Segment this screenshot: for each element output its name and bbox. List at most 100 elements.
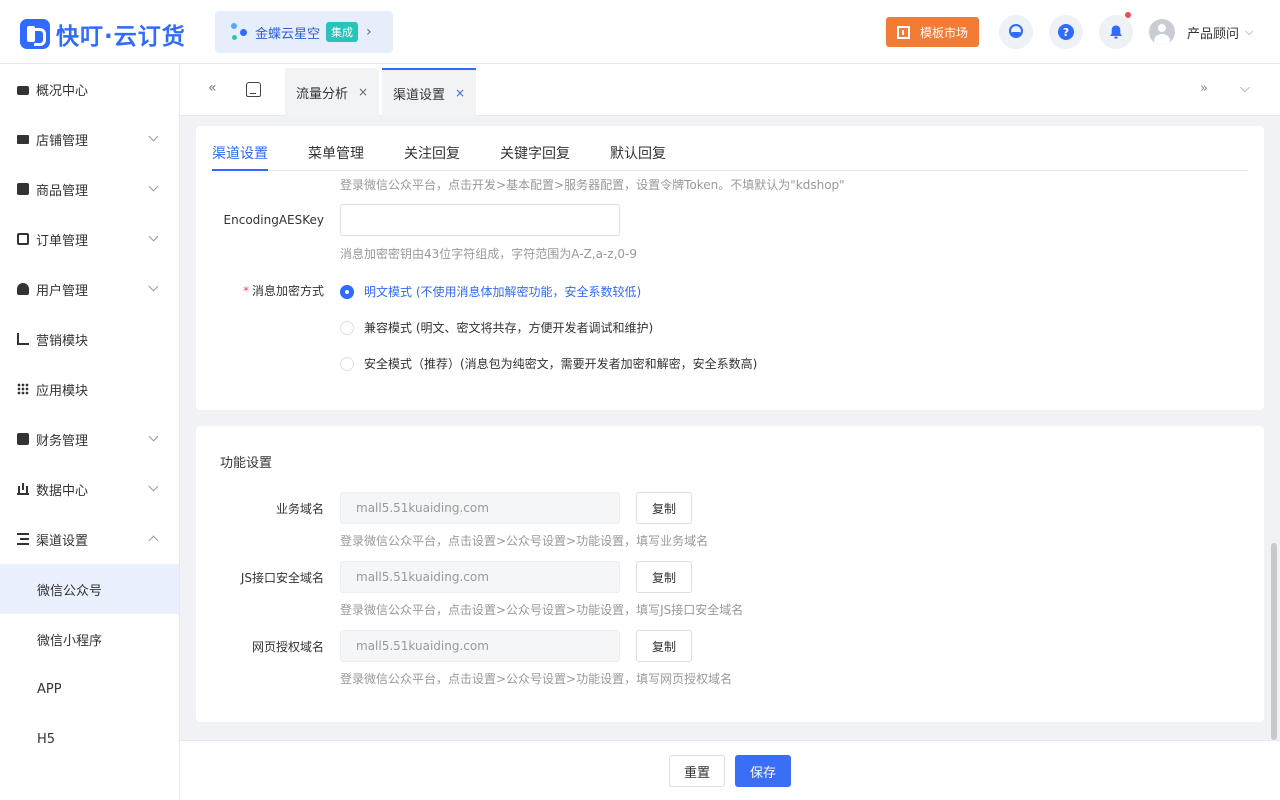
radio-icon	[340, 320, 354, 335]
tab-channel-settings[interactable]: 渠道设置 ×	[382, 68, 477, 116]
sidebar-subitem-app[interactable]: APP	[0, 664, 179, 714]
server-config-card: 渠道设置 菜单管理 关注回复 关键字回复 默认回复 登录微信公众平台，点击开发>…	[196, 126, 1264, 410]
chevron-down-icon	[148, 481, 159, 492]
radio-label: 兼容模式 (明文、密文将共存，方便开发者调试和维护)	[364, 321, 654, 335]
user-menu[interactable]: 产品顾问 ⌵	[1149, 19, 1253, 45]
home-icon[interactable]	[246, 82, 261, 97]
js-domain-hint: 登录微信公众平台，点击设置>公众号设置>功能设置，填写JS接口安全域名	[340, 603, 744, 617]
business-domain-hint: 登录微信公众平台，点击设置>公众号设置>功能设置，填写业务域名	[340, 534, 709, 548]
page-tab-strip: « 流量分析 × 渠道设置 × » ⌵	[180, 64, 1280, 116]
user-icon	[17, 283, 29, 295]
js-domain-label: JS接口安全域名	[240, 571, 324, 585]
grid-icon	[17, 383, 29, 395]
radio-checked-icon	[340, 284, 354, 299]
sidebar-item-users[interactable]: 用户管理	[0, 264, 179, 314]
chevron-down-icon	[148, 281, 159, 292]
encrypt-option-secure[interactable]: 安全模式（推荐）(消息包为纯密文，需要开发者加密和解密，安全系数高)	[340, 355, 757, 372]
copy-oauth-domain-button[interactable]: 复制	[636, 630, 692, 662]
lock-icon	[17, 86, 29, 95]
encrypt-option-plain[interactable]: 明文模式 (不使用消息体加解密功能，安全系数较低)	[340, 283, 641, 300]
chevron-down-icon	[148, 181, 159, 192]
oauth-domain-label: 网页授权域名	[251, 640, 324, 654]
chevron-down-icon	[148, 131, 159, 142]
tab-channel-settings-inner[interactable]: 渠道设置	[212, 143, 268, 171]
top-bar: 快叮·云订货 金蝶云星空 集成 › 模板市场 ? 产品顾问 ⌵	[0, 0, 1280, 64]
js-domain-field: mall5.51kuaiding.com	[340, 561, 620, 593]
chevron-right-icon: ›	[366, 24, 372, 40]
sidebar-item-label: 概况中心	[36, 83, 89, 99]
notification-button[interactable]	[1099, 12, 1133, 49]
tab-label: 流量分析	[296, 86, 349, 102]
sidebar-item-label: 订单管理	[36, 233, 89, 249]
tab-default-reply[interactable]: 默认回复	[610, 143, 666, 163]
bar-chart-icon	[17, 483, 29, 495]
help-button[interactable]: ?	[1049, 15, 1083, 49]
close-icon[interactable]: ×	[455, 86, 465, 100]
required-mark: *	[242, 284, 249, 298]
headset-icon	[1009, 24, 1023, 38]
tab-label: 渠道设置	[393, 87, 446, 103]
tab-menu-management[interactable]: 菜单管理	[308, 143, 364, 163]
chevron-down-icon: ⌵	[1245, 25, 1254, 38]
bag-icon	[17, 183, 29, 195]
sidebar-subitem-wechat-official[interactable]: 微信公众号	[0, 564, 179, 614]
question-icon: ?	[1058, 24, 1074, 40]
copy-js-domain-button[interactable]: 复制	[636, 561, 692, 593]
radio-label: 明文模式 (不使用消息体加解密功能，安全系数较低)	[364, 285, 642, 299]
template-market-label: 模板市场	[919, 25, 968, 40]
sidebar-item-data-center[interactable]: 数据中心	[0, 464, 179, 514]
template-icon	[896, 25, 910, 39]
user-name: 产品顾问	[1187, 26, 1240, 42]
sidebar-item-label: 财务管理	[36, 433, 89, 449]
chevron-down-icon[interactable]: ⌵	[1240, 81, 1250, 96]
sidebar-item-finance[interactable]: 财务管理	[0, 414, 179, 464]
sidebar-item-channels[interactable]: 渠道设置	[0, 514, 179, 564]
integration-chip[interactable]: 金蝶云星空 集成 ›	[215, 11, 393, 53]
business-domain-field: mall5.51kuaiding.com	[340, 492, 620, 524]
oauth-domain-hint: 登录微信公众平台，点击设置>公众号设置>功能设置，填写网页授权域名	[340, 672, 733, 686]
sidebar-item-label: 应用模块	[36, 383, 89, 399]
save-button[interactable]: 保存	[735, 755, 791, 787]
sidebar-item-marketing[interactable]: 营销模块	[0, 314, 179, 364]
avatar	[1149, 19, 1175, 45]
radio-label: 安全模式（推荐）(消息包为纯密文，需要开发者加密和解密，安全系数高)	[364, 357, 758, 371]
aes-key-input[interactable]	[340, 204, 620, 236]
sidebar-item-overview[interactable]: 概况中心	[0, 64, 179, 114]
sidebar-subitem-wechat-miniprogram[interactable]: 微信小程序	[0, 614, 179, 664]
close-icon[interactable]: ×	[358, 85, 368, 99]
copy-business-domain-button[interactable]: 复制	[636, 492, 692, 524]
unread-dot	[1125, 12, 1131, 18]
app-logo[interactable]: 快叮·云订货	[20, 17, 186, 51]
tab-keyword-reply[interactable]: 关键字回复	[500, 143, 570, 163]
token-hint: 登录微信公众平台，点击开发>基本配置>服务器配置，设置令牌Token。不填默认为…	[340, 178, 845, 192]
logo-mark-icon	[20, 19, 50, 49]
support-button[interactable]	[999, 15, 1033, 49]
sidebar-item-store[interactable]: 店铺管理	[0, 114, 179, 164]
settings-tabs: 渠道设置 菜单管理 关注回复 关键字回复 默认回复	[212, 126, 1248, 171]
radio-icon	[340, 356, 354, 371]
content-scrollbar[interactable]	[1271, 543, 1277, 740]
oauth-domain-field: mall5.51kuaiding.com	[340, 630, 620, 662]
logo-text: 快叮·云订货	[56, 24, 186, 50]
tab-traffic-analysis[interactable]: 流量分析 ×	[285, 68, 380, 116]
sidebar-subitem-h5[interactable]: H5	[0, 714, 179, 764]
encrypt-option-compatible[interactable]: 兼容模式 (明文、密文将共存，方便开发者调试和维护)	[340, 319, 653, 336]
section-title: 功能设置	[220, 456, 273, 471]
sidebar-item-label: 营销模块	[36, 333, 89, 349]
chevron-down-icon	[148, 431, 159, 442]
sidebar-item-apps[interactable]: 应用模块	[0, 364, 179, 414]
sidebar-item-label: 渠道设置	[36, 533, 89, 549]
trend-icon	[17, 333, 29, 345]
template-market-button[interactable]: 模板市场	[886, 17, 979, 47]
sidebar-item-label: 数据中心	[36, 483, 89, 499]
tab-follow-reply[interactable]: 关注回复	[404, 143, 460, 163]
sidebar: 概况中心 店铺管理 商品管理 订单管理 用户管理 营销模块 应用模块 财务管理 …	[0, 64, 180, 800]
sidebar-item-orders[interactable]: 订单管理	[0, 214, 179, 264]
scroll-right-icon[interactable]: »	[1200, 81, 1208, 96]
scroll-left-icon[interactable]: «	[208, 80, 217, 96]
aes-key-hint: 消息加密密钥由43位字符组成，字符范围为A-Z,a-z,0-9	[340, 247, 637, 261]
business-domain-label: 业务域名	[275, 502, 324, 516]
reset-button[interactable]: 重置	[669, 755, 725, 787]
sidebar-item-label: 店铺管理	[36, 133, 89, 149]
sidebar-item-products[interactable]: 商品管理	[0, 164, 179, 214]
